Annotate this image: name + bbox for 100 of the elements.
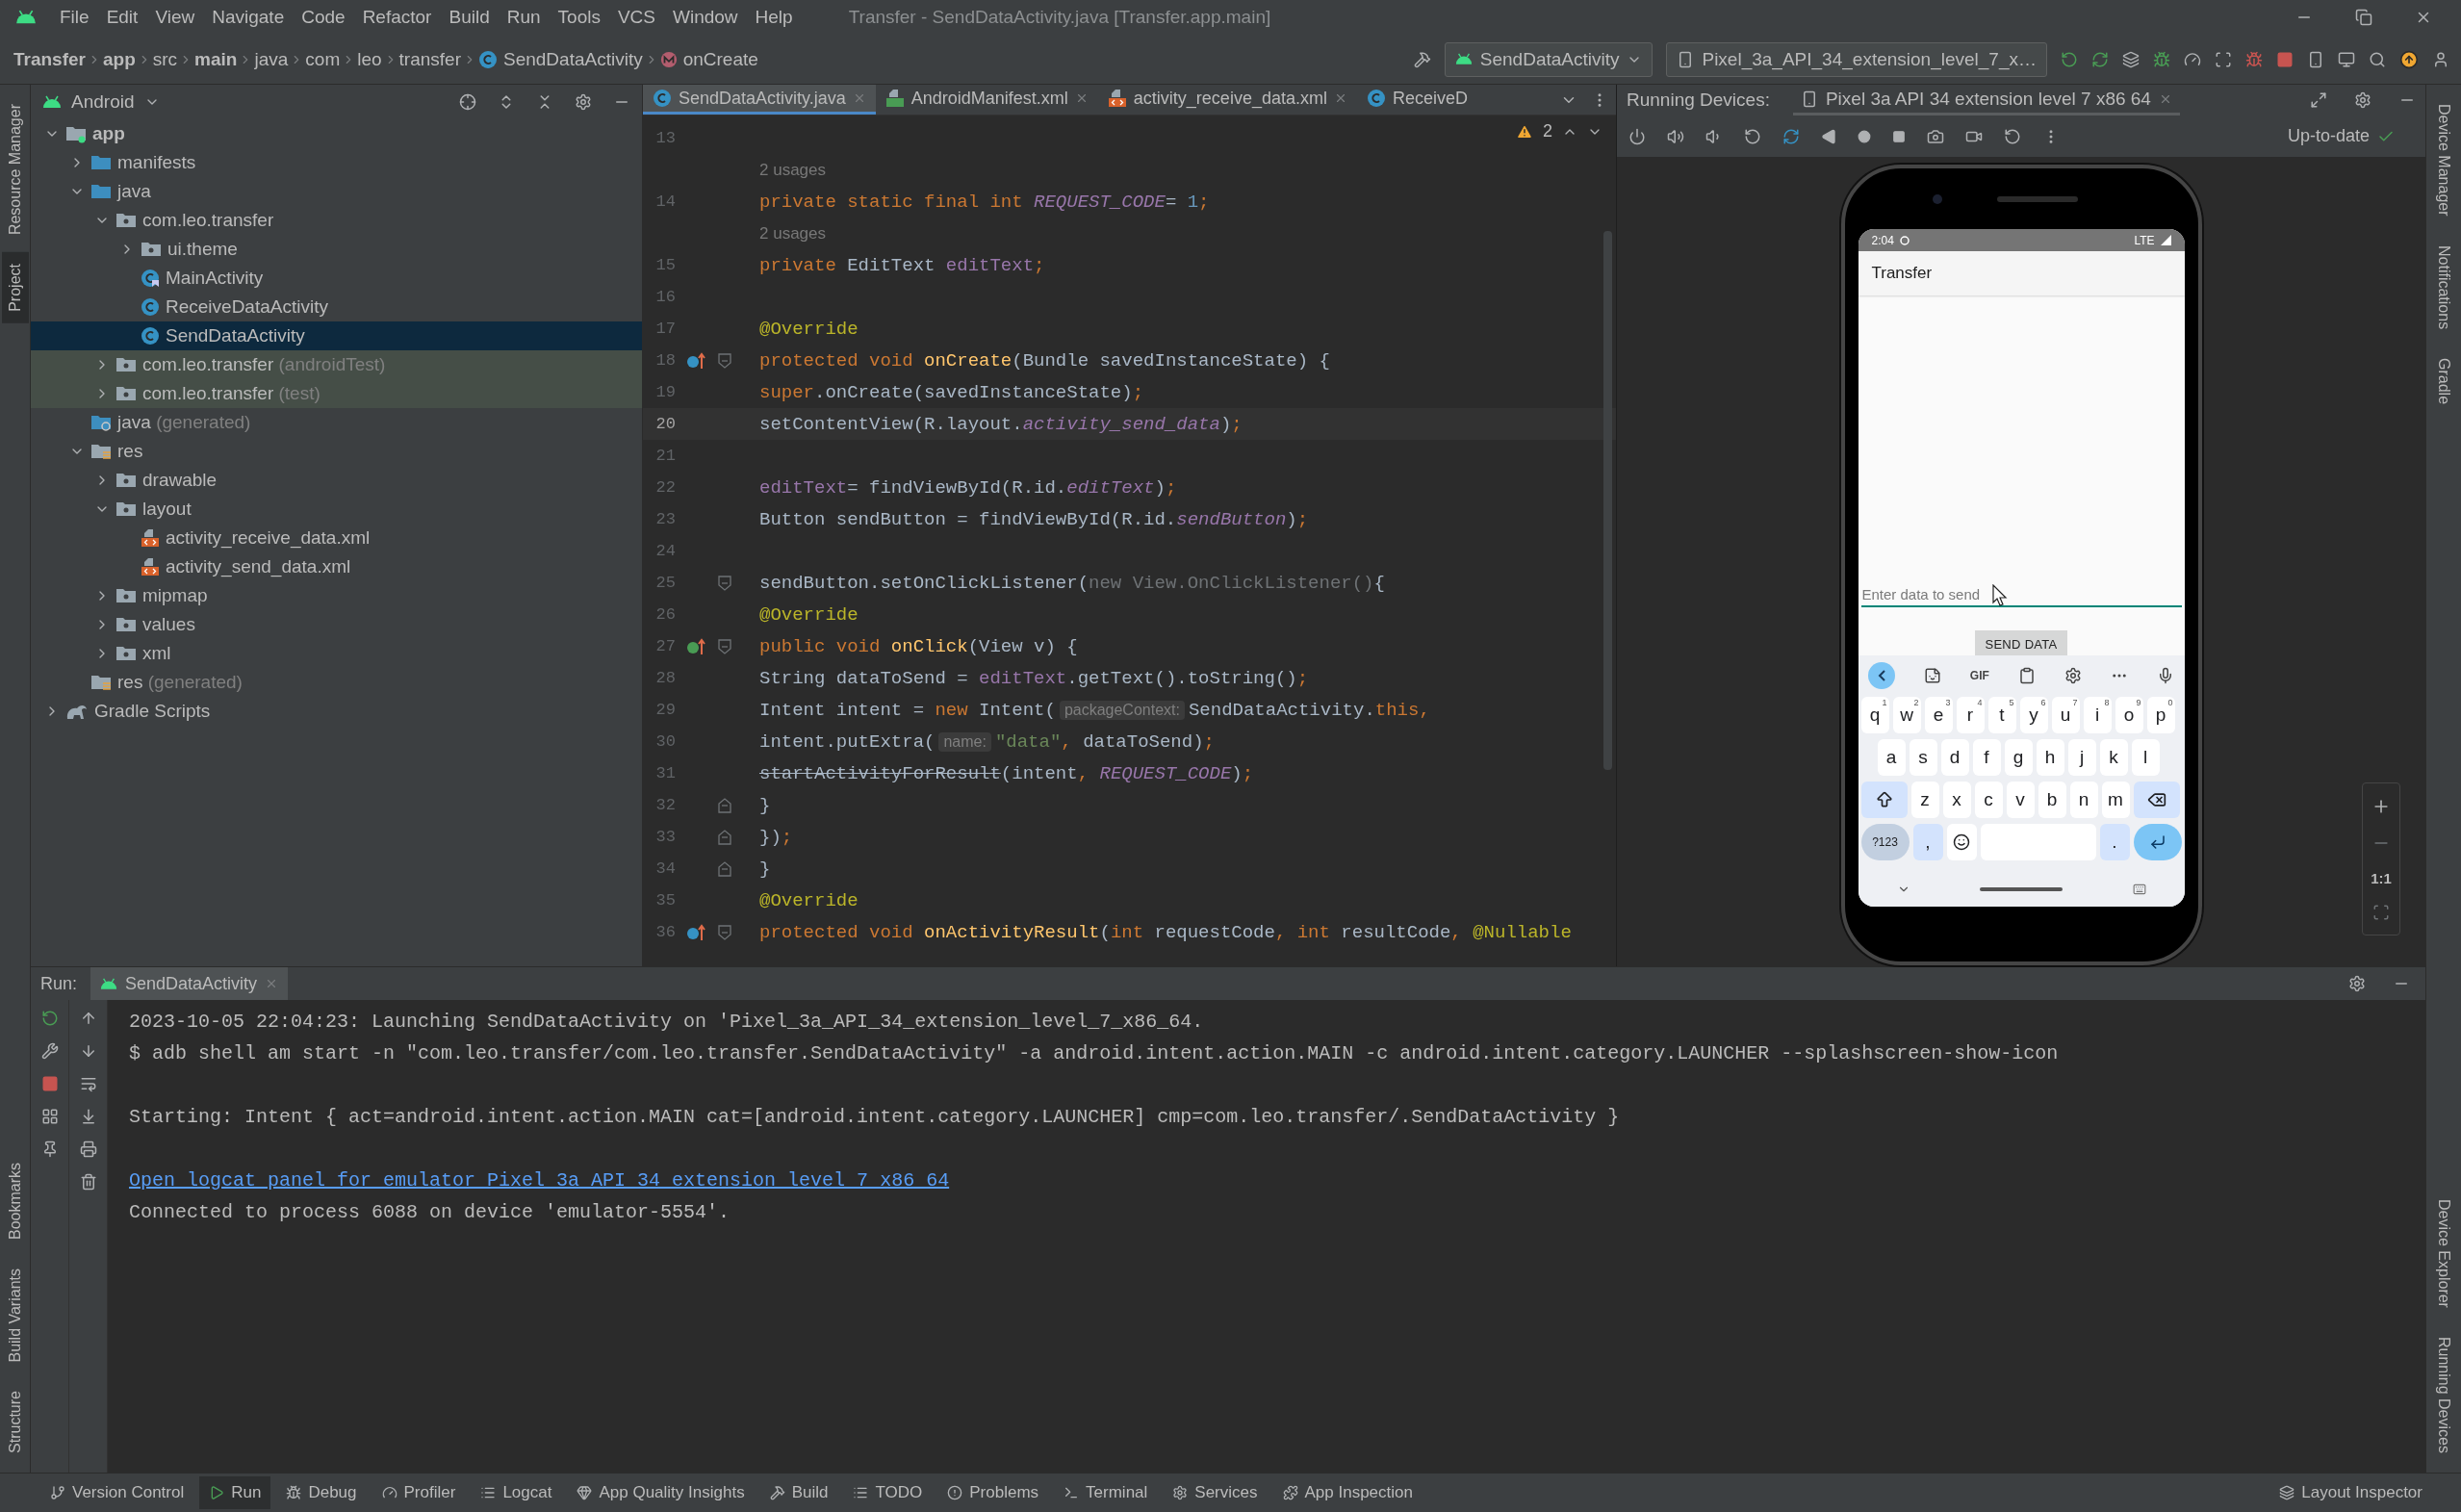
usage-count[interactable]: 2 usages (749, 160, 826, 180)
tree-item[interactable]: activity_send_data.xml (31, 552, 642, 581)
run-configuration-dropdown[interactable]: SendDataActivity (1444, 41, 1653, 77)
tool-window-tab[interactable]: Structure (1, 1379, 29, 1465)
tool-window-button[interactable]: TODO (843, 1476, 933, 1509)
tree-item[interactable]: app (31, 119, 642, 148)
rotate-left-icon[interactable] (1744, 127, 1761, 145)
menu-item[interactable]: Window (665, 5, 746, 30)
fold-open-icon[interactable] (718, 575, 731, 591)
letter-key[interactable]: g (2004, 739, 2033, 776)
fold-open-icon[interactable] (718, 924, 731, 940)
locate-icon[interactable] (459, 93, 476, 111)
tree-item[interactable]: SendDataActivity (31, 321, 642, 350)
rerun-icon[interactable] (2061, 50, 2078, 68)
clear-icon[interactable] (79, 1173, 97, 1191)
sticker-icon[interactable] (1923, 667, 1941, 684)
tree-item[interactable]: xml (31, 639, 642, 668)
search-icon[interactable] (2369, 50, 2386, 68)
run-tab[interactable]: SendDataActivity (90, 967, 289, 1000)
punctuation-key[interactable]: . (2099, 824, 2130, 860)
tool-window-button[interactable]: Build (759, 1476, 838, 1509)
scrollbar[interactable] (1603, 231, 1612, 770)
gif-button[interactable]: GIF (1969, 669, 1989, 682)
back-button[interactable] (1867, 662, 1895, 689)
usage-count[interactable]: 2 usages (749, 223, 826, 243)
tree-item[interactable]: layout (31, 495, 642, 524)
tree-item[interactable]: ReceiveDataActivity (31, 293, 642, 321)
tool-window-tab[interactable]: Gradle (2430, 346, 2457, 416)
clipboard-icon[interactable] (2017, 667, 2036, 684)
letter-key[interactable]: n (2069, 782, 2098, 818)
breadcrumb[interactable]: leo (355, 48, 384, 70)
letter-key[interactable]: s (1909, 739, 1937, 776)
tree-item[interactable]: values (31, 610, 642, 639)
account-icon[interactable] (2432, 50, 2449, 68)
restore-icon[interactable] (2355, 9, 2372, 26)
tree-item[interactable]: com.leo.transfer (test) (31, 379, 642, 408)
update-icon[interactable] (2399, 49, 2419, 69)
warning-count[interactable]: 2 (1543, 121, 1552, 141)
tree-item[interactable]: res (generated) (31, 668, 642, 697)
tool-window-button[interactable]: Problems (937, 1476, 1049, 1509)
breadcrumb[interactable]: src (150, 48, 180, 70)
project-view-dropdown[interactable]: Android (42, 91, 160, 113)
menu-item[interactable]: Code (294, 5, 353, 30)
menu-item[interactable]: Edit (98, 5, 146, 30)
tool-window-button[interactable]: App Quality Insights (567, 1476, 755, 1509)
fit-screen-icon[interactable] (2372, 904, 2390, 921)
tree-item[interactable]: MainActivity (31, 264, 642, 293)
breadcrumb[interactable]: main (192, 48, 240, 70)
layers-icon[interactable] (2122, 50, 2140, 68)
tool-window-button[interactable]: App Inspection (1272, 1476, 1423, 1509)
tool-window-tab[interactable]: Bookmarks (1, 1150, 29, 1251)
override-marker-icon[interactable] (686, 923, 707, 941)
letter-key[interactable]: x (1942, 782, 1971, 818)
tree-item[interactable]: java (31, 177, 642, 206)
menu-item[interactable]: Navigate (204, 5, 293, 30)
bug-icon[interactable] (2153, 50, 2170, 68)
tool-window-button[interactable]: Debug (276, 1476, 367, 1509)
enter-key[interactable] (2133, 824, 2182, 860)
emoji-key[interactable] (1946, 824, 1977, 860)
tool-window-button[interactable]: Profiler (372, 1476, 466, 1509)
letter-key[interactable]: d (1940, 739, 1969, 776)
editor-tab[interactable]: SendDataActivity.java (643, 85, 876, 115)
letter-key[interactable]: b (2038, 782, 2066, 818)
camera-icon[interactable] (1927, 127, 1944, 145)
fold-open-icon[interactable] (718, 352, 731, 369)
menu-item[interactable]: Refactor (354, 5, 440, 30)
shift-key[interactable] (1860, 782, 1908, 818)
attach-debugger-icon[interactable] (2245, 50, 2263, 68)
overview-icon[interactable] (1892, 129, 1906, 143)
letter-key[interactable]: c (1974, 782, 2003, 818)
menu-item[interactable]: Run (499, 5, 549, 30)
layout-inspector-button[interactable]: Layout Inspector (2269, 1476, 2432, 1509)
tree-item[interactable]: com.leo.transfer (31, 206, 642, 235)
letter-key[interactable]: j (2067, 739, 2096, 776)
print-icon[interactable] (79, 1140, 97, 1158)
tree-item[interactable]: drawable (31, 466, 642, 495)
stop-icon[interactable] (2276, 50, 2294, 68)
maximize-icon[interactable] (2310, 91, 2327, 109)
fold-close-icon[interactable] (718, 860, 731, 877)
fold-close-icon[interactable] (718, 829, 731, 845)
volume-up-icon[interactable] (1667, 127, 1684, 145)
fold-close-icon[interactable] (718, 797, 731, 813)
tool-window-tab[interactable]: Running Devices (2430, 1325, 2457, 1465)
fold-open-icon[interactable] (718, 638, 731, 654)
reset-icon[interactable] (2004, 127, 2021, 145)
tree-item[interactable]: java (generated) (31, 408, 642, 437)
breadcrumb[interactable]: java (252, 48, 291, 70)
tool-window-tab[interactable]: Device Manager (2430, 92, 2457, 228)
stop-icon[interactable] (40, 1075, 59, 1092)
letter-key[interactable]: v (2006, 782, 2035, 818)
soft-wrap-icon[interactable] (79, 1075, 97, 1092)
tool-window-button[interactable]: Run (199, 1476, 271, 1509)
settings-icon[interactable] (2348, 975, 2366, 992)
menu-item[interactable]: VCS (609, 5, 663, 30)
breadcrumb[interactable]: onCreate (657, 48, 760, 70)
letter-key[interactable]: m (2101, 782, 2130, 818)
breadcrumb[interactable]: app (101, 48, 138, 70)
letter-key[interactable]: a (1877, 739, 1906, 776)
editor-tab[interactable]: activity_receive_data.xml (1097, 85, 1357, 115)
gauge-icon[interactable] (2184, 50, 2201, 68)
